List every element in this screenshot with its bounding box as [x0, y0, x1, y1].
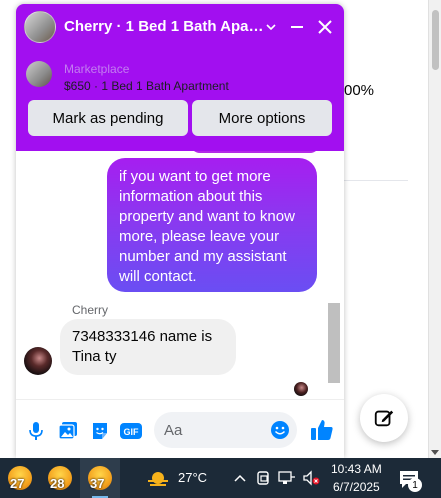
page-scrollbar[interactable]: [428, 0, 441, 458]
conversation-avatar[interactable]: [24, 11, 56, 43]
read-receipt-avatar: [294, 382, 308, 396]
show-hidden-icons-chevron-icon[interactable]: [231, 469, 249, 487]
minimize-icon[interactable]: [286, 16, 308, 38]
sender-avatar[interactable]: [24, 347, 52, 375]
weather-temperature[interactable]: 27°C: [178, 470, 207, 485]
page-scrollbar-thumb[interactable]: [432, 10, 439, 70]
listing-description[interactable]: $650 · 1 Bed 1 Bath Apartment: [64, 79, 229, 93]
taskbar-app-2[interactable]: 28: [40, 458, 80, 498]
sender-name: Cherry: [72, 303, 109, 317]
microphone-icon[interactable]: [25, 420, 47, 442]
close-icon[interactable]: [314, 16, 336, 38]
message-composer: GIF Aa: [16, 399, 344, 458]
previous-message-bubble: [190, 151, 320, 153]
background-divider: [344, 180, 408, 181]
chat-window: Cherry · 1 Bed 1 Bath Apart… Marketplace…: [16, 4, 344, 458]
listing-thumbnail[interactable]: [26, 61, 52, 87]
chat-header: Cherry · 1 Bed 1 Bath Apart… Marketplace…: [16, 4, 344, 151]
incoming-message-bubble[interactable]: 7348333146 name is Tina ty: [60, 319, 236, 375]
notification-count-badge: 1: [408, 478, 422, 492]
taskbar-app-1[interactable]: 27: [0, 458, 40, 498]
message-scrollbar-thumb[interactable]: [328, 303, 340, 383]
chevron-down-icon[interactable]: [260, 16, 282, 38]
listing-kicker: Marketplace: [64, 62, 130, 76]
thumbs-up-icon[interactable]: [310, 418, 334, 442]
gif-label: GIF: [124, 427, 140, 437]
message-list[interactable]: if you want to get more information abou…: [16, 151, 344, 399]
outgoing-message-bubble[interactable]: if you want to get more information abou…: [107, 158, 317, 292]
scroll-down-arrow-icon[interactable]: [431, 450, 439, 455]
new-message-button[interactable]: [360, 394, 408, 442]
emoji-icon[interactable]: [270, 420, 290, 440]
sticker-icon[interactable]: [89, 420, 111, 442]
conversation-title[interactable]: Cherry · 1 Bed 1 Bath Apart…: [64, 18, 264, 35]
taskbar-app-label: 37: [90, 476, 105, 491]
photo-icon[interactable]: [57, 420, 79, 442]
taskbar-app-label: 28: [50, 476, 65, 491]
meet-now-icon[interactable]: [255, 469, 273, 487]
mark-as-pending-button[interactable]: Mark as pending: [28, 100, 188, 136]
taskbar-app-label: 27: [10, 476, 25, 491]
network-icon[interactable]: [278, 469, 296, 487]
compose-icon: [374, 410, 394, 427]
clock-date[interactable]: 6/7/2025: [333, 480, 380, 494]
background-percent-text: 00%: [344, 82, 375, 99]
taskbar-app-3[interactable]: 37: [80, 458, 120, 498]
windows-taskbar: 27 28 37 27°C 10:43 AM 6/7/2025 1: [0, 458, 441, 498]
clock-time[interactable]: 10:43 AM: [331, 462, 382, 476]
more-options-button[interactable]: More options: [192, 100, 332, 136]
volume-muted-icon[interactable]: [302, 469, 320, 487]
gif-icon[interactable]: GIF: [120, 420, 142, 442]
weather-icon[interactable]: [146, 467, 170, 489]
